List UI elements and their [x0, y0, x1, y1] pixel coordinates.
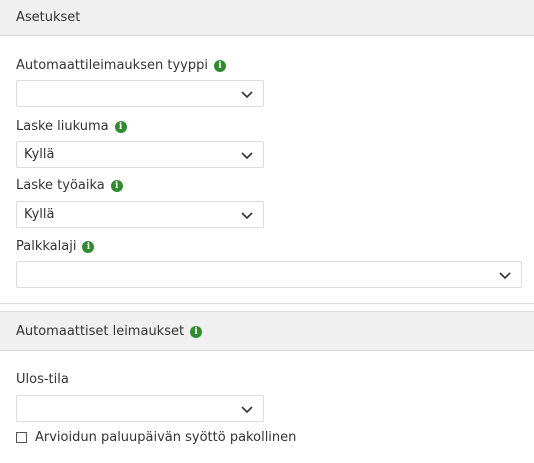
section-header-settings: Asetukset [0, 0, 534, 36]
info-icon[interactable]: i [110, 179, 123, 192]
settings-page: Asetukset Automaattileimauksen tyyppi i … [0, 0, 534, 463]
pay-type-label-text: Palkkalaji [16, 239, 77, 254]
section-title-settings: Asetukset [16, 10, 81, 25]
calc-flex-value: Kyllä [24, 147, 55, 162]
calc-worktime-label: Laske työaika i [16, 178, 123, 193]
calc-flex-label: Laske liukuma i [16, 119, 127, 134]
calc-flex-label-text: Laske liukuma [16, 119, 109, 134]
chevron-down-icon [499, 272, 511, 280]
out-state-label: Ulos-tila [16, 372, 69, 387]
info-icon[interactable]: i [190, 325, 203, 338]
out-state-label-text: Ulos-tila [16, 372, 69, 387]
chevron-down-icon [241, 91, 253, 99]
auto-stamp-type-label: Automaattileimauksen tyyppi i [16, 58, 226, 73]
section-title-auto-stamps: Automaattiset leimaukset [16, 324, 185, 339]
pay-type-select[interactable] [16, 261, 522, 288]
section-header-auto-stamps: Automaattiset leimaukset i [0, 311, 534, 351]
return-date-required-checkbox[interactable] [16, 432, 27, 443]
calc-worktime-value: Kyllä [24, 207, 55, 222]
info-icon[interactable]: i [82, 240, 95, 253]
section-divider [0, 303, 534, 304]
chevron-down-icon [241, 152, 253, 160]
auto-stamp-type-label-text: Automaattileimauksen tyyppi [16, 58, 208, 73]
info-icon[interactable]: i [213, 59, 226, 72]
calc-worktime-select[interactable]: Kyllä [16, 201, 264, 228]
chevron-down-icon [241, 212, 253, 220]
chevron-down-icon [241, 406, 253, 414]
return-date-required-row[interactable]: Arvioidun paluupäivän syöttö pakollinen [16, 430, 296, 445]
out-state-select[interactable] [16, 395, 264, 422]
pay-type-label: Palkkalaji i [16, 239, 95, 254]
info-icon[interactable]: i [114, 120, 127, 133]
calc-worktime-label-text: Laske työaika [16, 178, 105, 193]
calc-flex-select[interactable]: Kyllä [16, 141, 264, 168]
auto-stamp-type-select[interactable] [16, 80, 264, 107]
return-date-required-label: Arvioidun paluupäivän syöttö pakollinen [35, 430, 297, 445]
